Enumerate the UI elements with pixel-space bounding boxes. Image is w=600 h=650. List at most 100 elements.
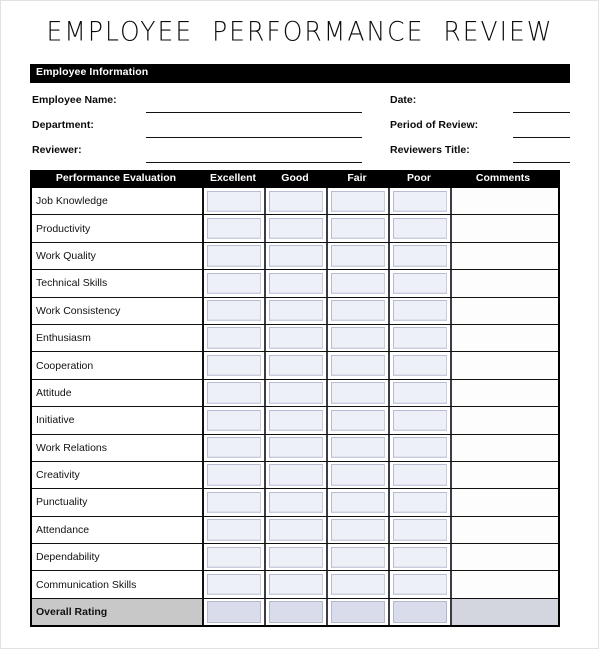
rating-checkbox-box-good[interactable] (269, 519, 323, 541)
rating-checkbox-good[interactable] (266, 242, 328, 270)
rating-checkbox-box-poor[interactable] (393, 300, 447, 322)
rating-checkbox-excellent[interactable] (204, 242, 266, 270)
rating-checkbox-poor[interactable] (390, 188, 452, 215)
rating-checkbox-fair[interactable] (328, 489, 390, 516)
rating-checkbox-box-fair[interactable] (331, 464, 385, 486)
rating-checkbox-box-excellent[interactable] (207, 464, 261, 486)
rating-checkbox-poor[interactable] (390, 544, 452, 571)
rating-checkbox-box-poor[interactable] (393, 409, 447, 432)
rating-checkbox-box-fair[interactable] (331, 217, 385, 240)
rating-checkbox-box-excellent[interactable] (207, 300, 261, 322)
rating-checkbox-fair[interactable] (328, 461, 390, 489)
rating-checkbox-fair[interactable] (328, 379, 390, 407)
rating-checkbox-excellent[interactable] (204, 215, 266, 242)
rating-checkbox-fair[interactable] (328, 270, 390, 297)
rating-checkbox-fair[interactable] (328, 297, 390, 324)
rating-checkbox-good[interactable] (266, 489, 328, 516)
rating-checkbox-box-good[interactable] (269, 382, 323, 404)
rating-checkbox-poor[interactable] (390, 571, 452, 598)
rating-checkbox-box-good[interactable] (269, 217, 323, 240)
rating-checkbox-box-good[interactable] (269, 601, 323, 623)
rating-checkbox-box-excellent[interactable] (207, 354, 261, 377)
rating-checkbox-box-good[interactable] (269, 190, 323, 212)
rating-checkbox-box-fair[interactable] (331, 573, 385, 596)
rating-checkbox-box-excellent[interactable] (207, 272, 261, 295)
department-input-line[interactable] (146, 137, 362, 138)
employee-name-input-line[interactable] (146, 112, 362, 113)
rating-checkbox-box-excellent[interactable] (207, 245, 261, 267)
comments-cell[interactable] (452, 489, 558, 516)
rating-checkbox-poor[interactable] (390, 407, 452, 434)
reviewers-title-input-line[interactable] (513, 162, 570, 163)
rating-checkbox-box-excellent[interactable] (207, 327, 261, 349)
rating-checkbox-good[interactable] (266, 544, 328, 571)
rating-checkbox-fair[interactable] (328, 188, 390, 215)
rating-checkbox-box-poor[interactable] (393, 519, 447, 541)
rating-checkbox-box-poor[interactable] (393, 327, 447, 349)
rating-checkbox-good[interactable] (266, 270, 328, 297)
rating-checkbox-good[interactable] (266, 352, 328, 379)
rating-checkbox-good[interactable] (266, 188, 328, 215)
rating-checkbox-poor[interactable] (390, 270, 452, 297)
comments-cell[interactable] (452, 598, 558, 626)
rating-checkbox-box-excellent[interactable] (207, 546, 261, 568)
rating-checkbox-box-poor[interactable] (393, 437, 447, 459)
rating-checkbox-box-fair[interactable] (331, 546, 385, 568)
rating-checkbox-box-excellent[interactable] (207, 437, 261, 459)
rating-checkbox-excellent[interactable] (204, 379, 266, 407)
rating-checkbox-box-fair[interactable] (331, 437, 385, 459)
comments-cell[interactable] (452, 461, 558, 489)
rating-checkbox-box-excellent[interactable] (207, 573, 261, 596)
rating-checkbox-poor[interactable] (390, 215, 452, 242)
rating-checkbox-poor[interactable] (390, 379, 452, 407)
rating-checkbox-poor[interactable] (390, 242, 452, 270)
rating-checkbox-poor[interactable] (390, 489, 452, 516)
rating-checkbox-box-poor[interactable] (393, 382, 447, 404)
rating-checkbox-box-good[interactable] (269, 409, 323, 432)
rating-checkbox-excellent[interactable] (204, 571, 266, 598)
comments-cell[interactable] (452, 270, 558, 297)
rating-checkbox-excellent[interactable] (204, 352, 266, 379)
rating-checkbox-box-good[interactable] (269, 272, 323, 295)
comments-cell[interactable] (452, 544, 558, 571)
rating-checkbox-good[interactable] (266, 215, 328, 242)
rating-checkbox-fair[interactable] (328, 242, 390, 270)
rating-checkbox-box-poor[interactable] (393, 546, 447, 568)
rating-checkbox-fair[interactable] (328, 215, 390, 242)
rating-checkbox-box-fair[interactable] (331, 272, 385, 295)
rating-checkbox-box-excellent[interactable] (207, 519, 261, 541)
rating-checkbox-fair[interactable] (328, 516, 390, 544)
rating-checkbox-fair[interactable] (328, 407, 390, 434)
rating-checkbox-box-fair[interactable] (331, 300, 385, 322)
rating-checkbox-box-good[interactable] (269, 300, 323, 322)
rating-checkbox-box-fair[interactable] (331, 327, 385, 349)
rating-checkbox-excellent[interactable] (204, 188, 266, 215)
rating-checkbox-box-good[interactable] (269, 354, 323, 377)
rating-checkbox-box-good[interactable] (269, 491, 323, 514)
period-of-review-input-line[interactable] (513, 137, 570, 138)
rating-checkbox-box-good[interactable] (269, 573, 323, 596)
rating-checkbox-good[interactable] (266, 434, 328, 461)
rating-checkbox-box-fair[interactable] (331, 409, 385, 432)
rating-checkbox-fair[interactable] (328, 598, 390, 626)
rating-checkbox-poor[interactable] (390, 598, 452, 626)
rating-checkbox-box-excellent[interactable] (207, 190, 261, 212)
rating-checkbox-excellent[interactable] (204, 544, 266, 571)
reviewer-input-line[interactable] (146, 162, 362, 163)
rating-checkbox-box-fair[interactable] (331, 354, 385, 377)
rating-checkbox-box-fair[interactable] (331, 382, 385, 404)
comments-cell[interactable] (452, 352, 558, 379)
comments-cell[interactable] (452, 215, 558, 242)
rating-checkbox-poor[interactable] (390, 352, 452, 379)
comments-cell[interactable] (452, 297, 558, 324)
rating-checkbox-good[interactable] (266, 297, 328, 324)
rating-checkbox-good[interactable] (266, 598, 328, 626)
rating-checkbox-good[interactable] (266, 324, 328, 352)
comments-cell[interactable] (452, 407, 558, 434)
rating-checkbox-box-excellent[interactable] (207, 409, 261, 432)
comments-cell[interactable] (452, 188, 558, 215)
rating-checkbox-box-good[interactable] (269, 327, 323, 349)
rating-checkbox-box-poor[interactable] (393, 464, 447, 486)
comments-cell[interactable] (452, 379, 558, 407)
comments-cell[interactable] (452, 434, 558, 461)
